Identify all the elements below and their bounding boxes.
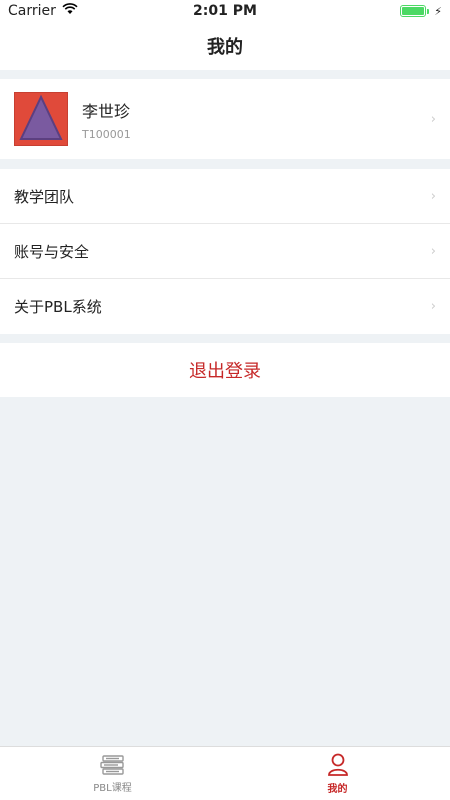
books-icon bbox=[99, 754, 124, 775]
tab-bar: PBL课程 我的 bbox=[0, 746, 450, 800]
avatar bbox=[14, 92, 68, 146]
tab-mine[interactable]: 我的 bbox=[225, 747, 450, 800]
menu-list: 教学团队 › 账号与安全 › 关于PBL系统 › bbox=[0, 169, 450, 334]
tab-pbl-courses[interactable]: PBL课程 bbox=[0, 747, 225, 800]
logout-button[interactable]: 退出登录 bbox=[0, 343, 450, 397]
chevron-right-icon: › bbox=[430, 299, 436, 314]
menu-item-account-security[interactable]: 账号与安全 › bbox=[0, 224, 450, 279]
page-title: 我的 bbox=[207, 37, 243, 58]
menu-item-about[interactable]: 关于PBL系统 › bbox=[0, 279, 450, 334]
chevron-right-icon: › bbox=[430, 111, 436, 127]
menu-item-teaching-team[interactable]: 教学团队 › bbox=[0, 169, 450, 224]
menu-item-label: 教学团队 bbox=[14, 187, 75, 206]
chevron-right-icon: › bbox=[430, 188, 436, 204]
battery-icon bbox=[400, 5, 430, 17]
status-right: ⚡ bbox=[400, 5, 442, 18]
logout-label: 退出登录 bbox=[189, 361, 261, 382]
wifi-icon bbox=[62, 3, 78, 19]
charging-icon: ⚡ bbox=[434, 4, 442, 18]
menu-item-label: 关于PBL系统 bbox=[14, 298, 102, 316]
tab-label: PBL课程 bbox=[93, 782, 132, 794]
tab-label: 我的 bbox=[327, 783, 348, 795]
status-bar: Carrier 2:01 PM ⚡ bbox=[0, 0, 450, 22]
triangle-icon bbox=[19, 94, 63, 140]
menu-item-label: 账号与安全 bbox=[14, 242, 90, 261]
profile-text: 李世珍 T100001 bbox=[82, 98, 431, 141]
carrier-label: Carrier bbox=[8, 3, 56, 19]
profile-name: 李世珍 bbox=[82, 101, 131, 121]
profile-card[interactable]: 李世珍 T100001 › bbox=[0, 79, 450, 159]
nav-bar: 我的 bbox=[0, 22, 450, 70]
chevron-right-icon: › bbox=[430, 243, 436, 259]
profile-id: T100001 bbox=[82, 127, 131, 141]
user-icon bbox=[327, 753, 348, 776]
status-left: Carrier bbox=[8, 3, 78, 19]
